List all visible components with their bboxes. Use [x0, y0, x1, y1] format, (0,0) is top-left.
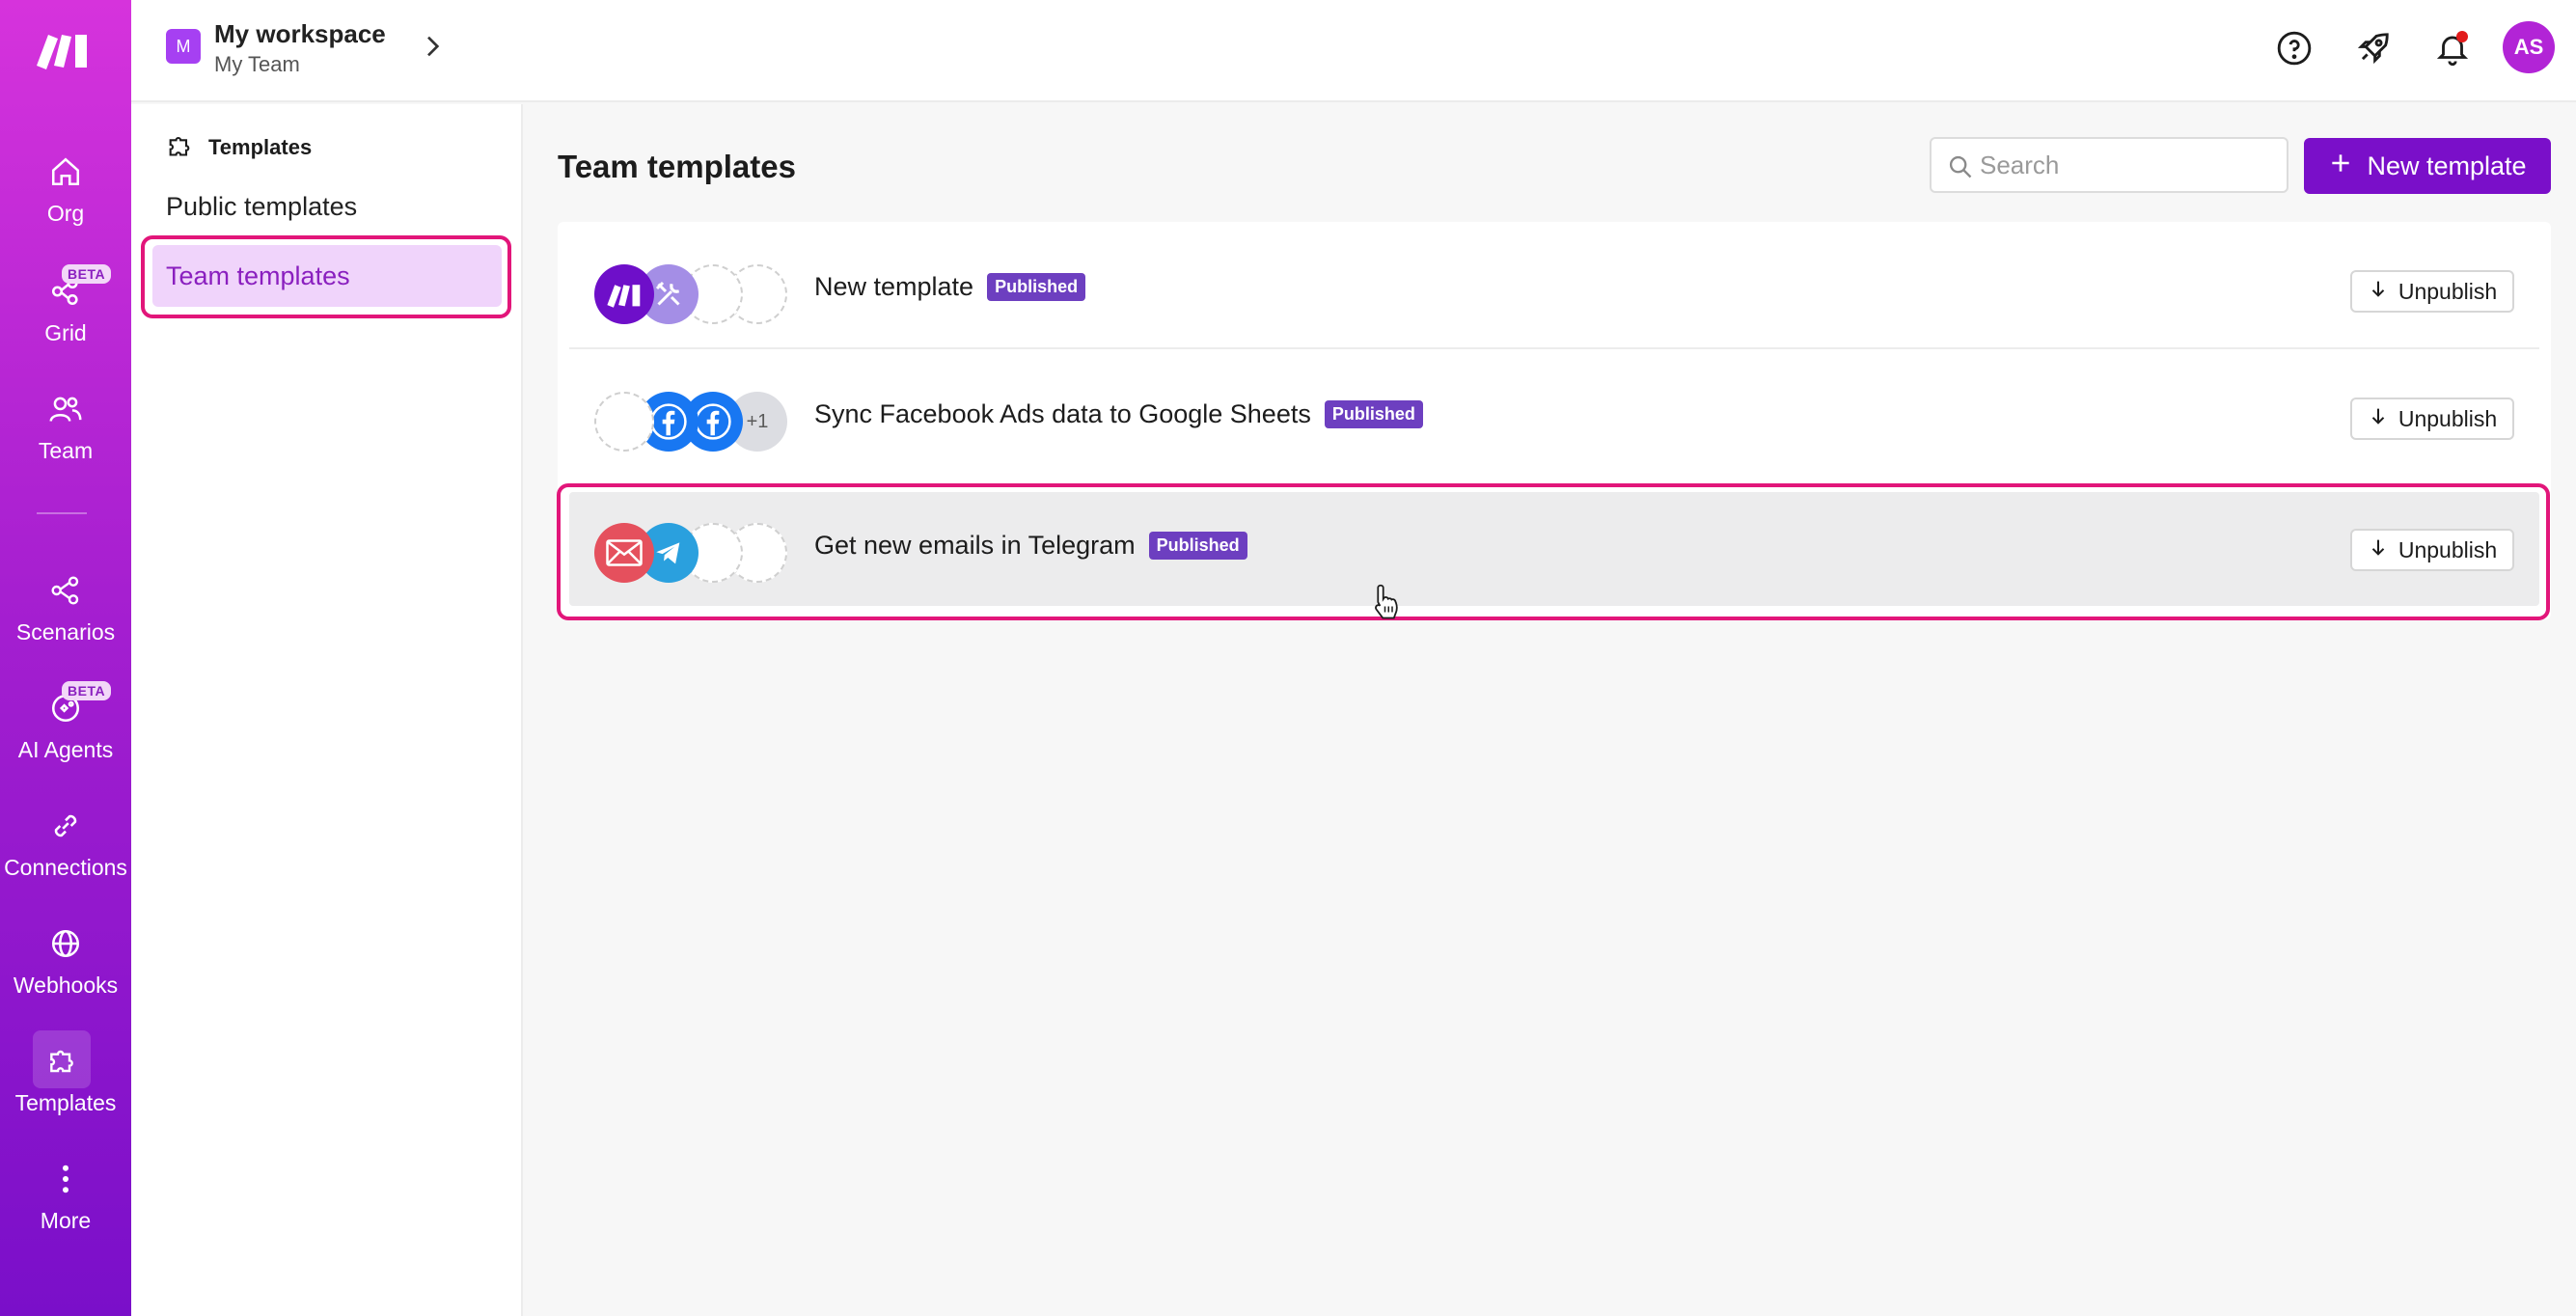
notification-dot — [2456, 31, 2468, 42]
arrow-down-icon — [2368, 405, 2389, 432]
subnav-heading-label: Templates — [208, 135, 313, 159]
puzzle-icon — [166, 131, 193, 164]
rail-item-scenarios[interactable]: Scenarios — [0, 571, 131, 677]
row-title-wrap: Sync Facebook Ads data to Google Sheets … — [814, 399, 1423, 429]
unpublish-label: Unpublish — [2398, 405, 2498, 431]
new-template-button[interactable]: New template — [2304, 138, 2551, 194]
rail-item-label: Org — [46, 201, 85, 226]
new-template-label: New template — [2367, 151, 2527, 180]
template-row[interactable]: +1 Sync Facebook Ads data to Google Shee… — [569, 357, 2539, 477]
search-box[interactable] — [1930, 137, 2288, 193]
template-title[interactable]: New template — [814, 272, 973, 302]
status-badge: Published — [1324, 400, 1423, 428]
rail-item-label: Webhooks — [13, 973, 119, 998]
rail-item-grid[interactable]: BETA Grid — [0, 264, 131, 378]
webhooks-icon — [46, 924, 85, 963]
template-row[interactable]: New template Published Unpublish — [569, 230, 2539, 349]
highlight-ring — [141, 235, 511, 318]
rail-item-connections[interactable]: Connections — [0, 807, 131, 913]
status-badge: Published — [987, 273, 1086, 301]
make-app-icon — [594, 264, 654, 324]
row-title-wrap: New template Published — [814, 272, 1086, 302]
rail-item-label: Scenarios — [15, 619, 116, 644]
app-icons — [594, 264, 797, 324]
team-name: My Team — [214, 52, 300, 76]
unpublish-button[interactable]: Unpublish — [2350, 398, 2514, 440]
arrow-down-icon — [2368, 278, 2389, 305]
rail-divider — [37, 512, 87, 514]
rail-item-ai-agents[interactable]: BETA AI Agents — [0, 681, 131, 795]
rail-item-label: Grid — [44, 320, 87, 345]
rocket-icon[interactable] — [2352, 27, 2395, 69]
chevron-right-icon[interactable] — [417, 29, 448, 64]
email-app-icon — [594, 523, 654, 583]
scenarios-icon — [46, 571, 85, 610]
unpublish-button[interactable]: Unpublish — [2350, 270, 2514, 313]
team-icon — [46, 390, 85, 428]
notifications-bell-icon[interactable] — [2431, 27, 2474, 69]
rail-item-label: Team — [38, 438, 94, 463]
subnav-heading: Templates — [166, 131, 312, 164]
hand-cursor-icon — [1372, 583, 1401, 621]
subnav-public-templates[interactable]: Public templates — [152, 176, 502, 237]
highlight-ring — [557, 483, 2550, 620]
app-icons — [594, 523, 797, 583]
home-icon — [46, 152, 85, 191]
rail-item-label: Templates — [14, 1090, 117, 1115]
rail-item-label: More — [40, 1208, 92, 1233]
plus-icon — [2328, 151, 2353, 182]
empty-app-slot — [594, 392, 654, 452]
templates-icon — [33, 1030, 91, 1088]
rail-item-webhooks[interactable]: Webhooks — [0, 924, 131, 1030]
beta-badge: BETA — [62, 264, 112, 284]
app-icons: +1 — [594, 392, 797, 452]
unpublish-label: Unpublish — [2398, 278, 2498, 304]
more-icon — [46, 1160, 85, 1198]
beta-badge: BETA — [62, 681, 112, 700]
rail-item-team[interactable]: Team — [0, 390, 131, 496]
connections-icon — [46, 807, 85, 845]
make-logo-icon[interactable] — [35, 27, 91, 71]
help-icon[interactable] — [2273, 27, 2316, 69]
rail-item-label: AI Agents — [17, 737, 114, 762]
rail-item-label: Connections — [4, 855, 127, 880]
search-input[interactable] — [1980, 150, 2269, 180]
search-icon — [1947, 153, 1974, 187]
rail-item-templates[interactable]: Templates — [0, 1030, 131, 1148]
top-bar: M My workspace My Team AS — [131, 0, 2576, 102]
template-title[interactable]: Sync Facebook Ads data to Google Sheets — [814, 399, 1311, 429]
rail-item-org[interactable]: Org — [0, 152, 131, 259]
workspace-badge: M — [166, 29, 201, 64]
rail-item-more[interactable]: More — [0, 1160, 131, 1266]
page-title: Team templates — [558, 149, 796, 184]
left-rail: Org BETA Grid Team Scenarios BETA AI Age… — [0, 0, 131, 1316]
user-avatar[interactable]: AS — [2503, 21, 2555, 73]
workspace-name[interactable]: My workspace — [214, 19, 386, 49]
